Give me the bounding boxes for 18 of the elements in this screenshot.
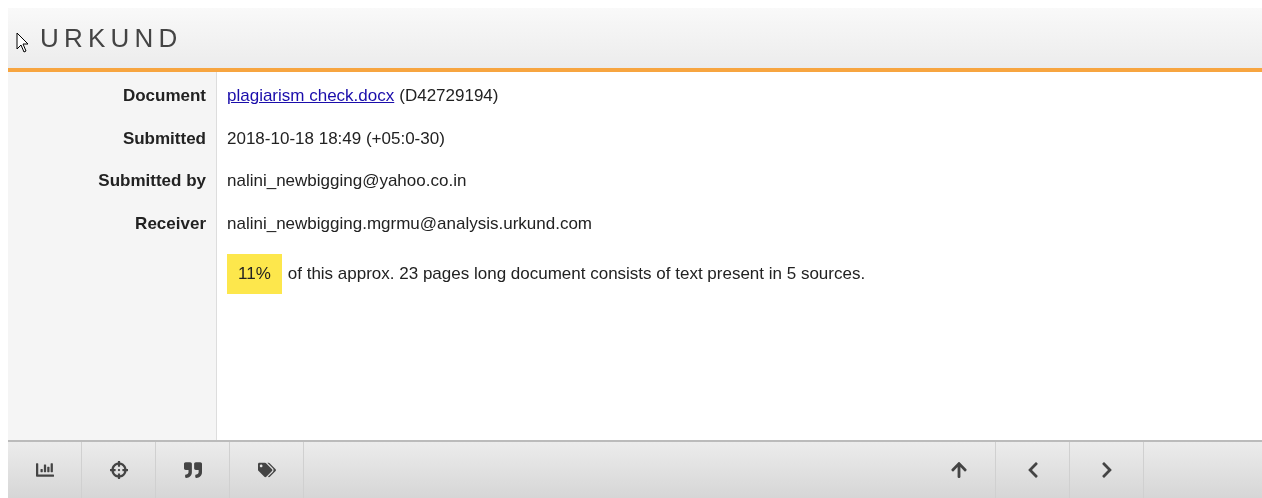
chart-icon <box>35 461 54 479</box>
field-label: Submitted <box>122 127 206 150</box>
field-label: Document <box>122 85 206 107</box>
crosshair-icon <box>109 461 128 479</box>
field-value: nalini_newbigging.mgrmu@analysis.urkund.com <box>227 212 592 235</box>
field-value: 2018-10-18 18:49 (+05:0-30) <box>227 127 445 150</box>
percentage-badge: 11% <box>227 254 282 294</box>
tags-icon <box>257 461 276 479</box>
field-value: (D42729194) <box>399 85 499 107</box>
field-label: Submitted by <box>98 170 206 192</box>
cursor-icon <box>16 32 30 54</box>
summary-text: of this approx. 23 pages long document consists of text present in 5 sources. <box>287 263 866 285</box>
field-value: nalini_newbigging@yahoo.co.in <box>227 170 467 192</box>
field-label: Receiver <box>135 212 206 235</box>
document-link[interactable]: plagiarism check.docx <box>227 84 395 127</box>
quote-icon <box>183 461 202 479</box>
up-arrow-icon <box>949 461 968 479</box>
logo: URKUND <box>39 21 183 55</box>
